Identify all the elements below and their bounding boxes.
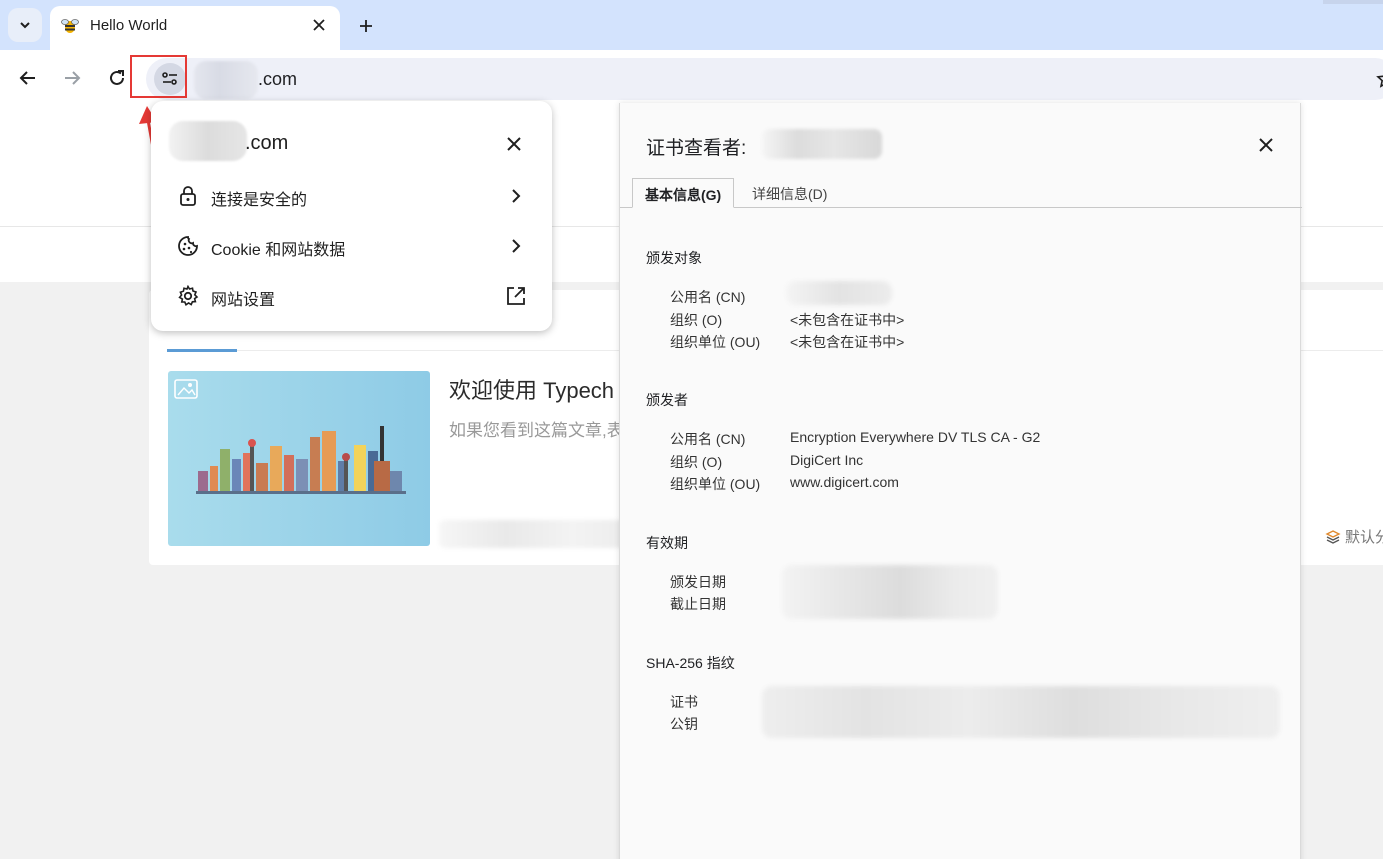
cert-close-button[interactable] xyxy=(1254,133,1278,157)
connection-secure-label: 连接是安全的 xyxy=(211,192,308,209)
reload-icon xyxy=(110,70,124,85)
issued-to-o-value: <未包含在证书中> xyxy=(790,312,905,328)
issued-by-ou-label: 组织单位 (OU) xyxy=(670,476,761,492)
fingerprint-key-label: 公钥 xyxy=(670,716,698,732)
plus-icon xyxy=(360,20,372,32)
post-meta-redacted xyxy=(439,520,639,548)
arrow-right-icon xyxy=(65,71,81,85)
issued-by-cn-label: 公用名 (CN) xyxy=(670,431,746,447)
bookmark-star-icon[interactable] xyxy=(1376,69,1383,89)
issued-by-o-label: 组织 (O) xyxy=(670,454,723,470)
popup-domain-redacted xyxy=(169,121,247,161)
cookie-icon xyxy=(177,235,199,257)
fingerprints-redacted xyxy=(762,686,1280,738)
issued-to-cn-label: 公用名 (CN) xyxy=(670,289,746,305)
site-info-highlight-box xyxy=(130,55,187,98)
post-title[interactable]: 欢迎使用 Typech xyxy=(449,373,614,405)
reload-button[interactable] xyxy=(101,62,133,94)
site-info-popup: .com 连接是安全的 Cookie 和网站数据 网站设置 xyxy=(151,101,552,331)
tab-close-button[interactable] xyxy=(308,14,330,36)
close-icon xyxy=(1259,138,1273,152)
site-settings-item[interactable]: 网站设置 xyxy=(151,273,552,321)
post-thumbnail[interactable] xyxy=(168,371,430,546)
open-external-icon xyxy=(505,285,527,307)
cert-viewer-title: 证书查看者: xyxy=(646,138,747,159)
cookies-site-data-item[interactable]: Cookie 和网站数据 xyxy=(151,223,552,271)
expires-date-label: 截止日期 xyxy=(670,596,726,612)
forward-button[interactable] xyxy=(56,62,88,94)
issued-to-cn-redacted xyxy=(786,281,892,305)
popup-close-button[interactable] xyxy=(503,133,525,155)
cert-title-domain-redacted xyxy=(762,129,882,159)
url-domain-redacted xyxy=(194,61,258,99)
issued-by-cn-value: Encryption Everywhere DV TLS CA - G2 xyxy=(790,429,1041,445)
post-category[interactable]: 默认分 xyxy=(1325,526,1383,547)
fingerprints-heading: SHA-256 指纹 xyxy=(646,655,735,671)
browser-tab[interactable]: Hello World xyxy=(50,6,340,50)
tab-details[interactable]: 详细信息(D) xyxy=(740,178,839,208)
site-settings-label: 网站设置 xyxy=(211,292,276,309)
card-tab-indicator xyxy=(167,349,237,352)
issued-by-o-value: DigiCert Inc xyxy=(790,452,864,468)
tabstrip-corner xyxy=(1323,0,1383,4)
url-text: .com xyxy=(258,69,298,89)
issued-by-heading: 颁发者 xyxy=(646,392,688,408)
popup-domain: .com xyxy=(245,132,289,154)
cookies-site-data-label: Cookie 和网站数据 xyxy=(211,242,346,259)
fingerprint-cert-label: 证书 xyxy=(670,694,698,710)
lock-icon xyxy=(177,185,199,207)
issued-to-ou-value: <未包含在证书中> xyxy=(790,334,905,350)
chevron-right-icon xyxy=(505,235,527,257)
tab-general[interactable]: 基本信息(G) xyxy=(632,178,735,208)
address-bar[interactable]: .com xyxy=(146,58,1383,100)
chevron-right-icon xyxy=(505,185,527,207)
tab-title: Hello World xyxy=(90,17,168,34)
issued-to-o-label: 组织 (O) xyxy=(670,312,723,328)
toolbar: .com xyxy=(0,50,1383,108)
close-icon xyxy=(313,19,325,31)
chevron-down-icon xyxy=(20,22,30,29)
layers-icon xyxy=(1325,529,1341,544)
validity-dates-redacted xyxy=(782,565,998,619)
validity-heading: 有效期 xyxy=(646,535,688,551)
connection-secure-item[interactable]: 连接是安全的 xyxy=(151,173,552,221)
close-icon xyxy=(507,137,521,151)
certificate-viewer-dialog: 证书查看者: 基本信息(G) 详细信息(D) 颁发对象 公用名 (CN) 组织 … xyxy=(619,103,1302,859)
gear-icon xyxy=(177,285,199,307)
tab-strip: Hello World xyxy=(0,0,1383,50)
post-category-label: 默认分 xyxy=(1345,529,1383,546)
issued-to-ou-label: 组织单位 (OU) xyxy=(670,334,761,350)
city-skyline-illustration xyxy=(174,379,406,494)
issued-to-heading: 颁发对象 xyxy=(646,250,702,266)
post-excerpt: 如果您看到这篇文章,表 xyxy=(449,421,624,440)
new-tab-button[interactable] xyxy=(352,12,380,40)
tab-search-button[interactable] xyxy=(8,8,42,42)
issued-date-label: 颁发日期 xyxy=(670,574,726,590)
back-button[interactable] xyxy=(12,62,44,94)
arrow-left-icon xyxy=(19,71,35,85)
issued-by-ou-value: www.digicert.com xyxy=(790,474,899,490)
bee-favicon-icon xyxy=(61,19,79,33)
